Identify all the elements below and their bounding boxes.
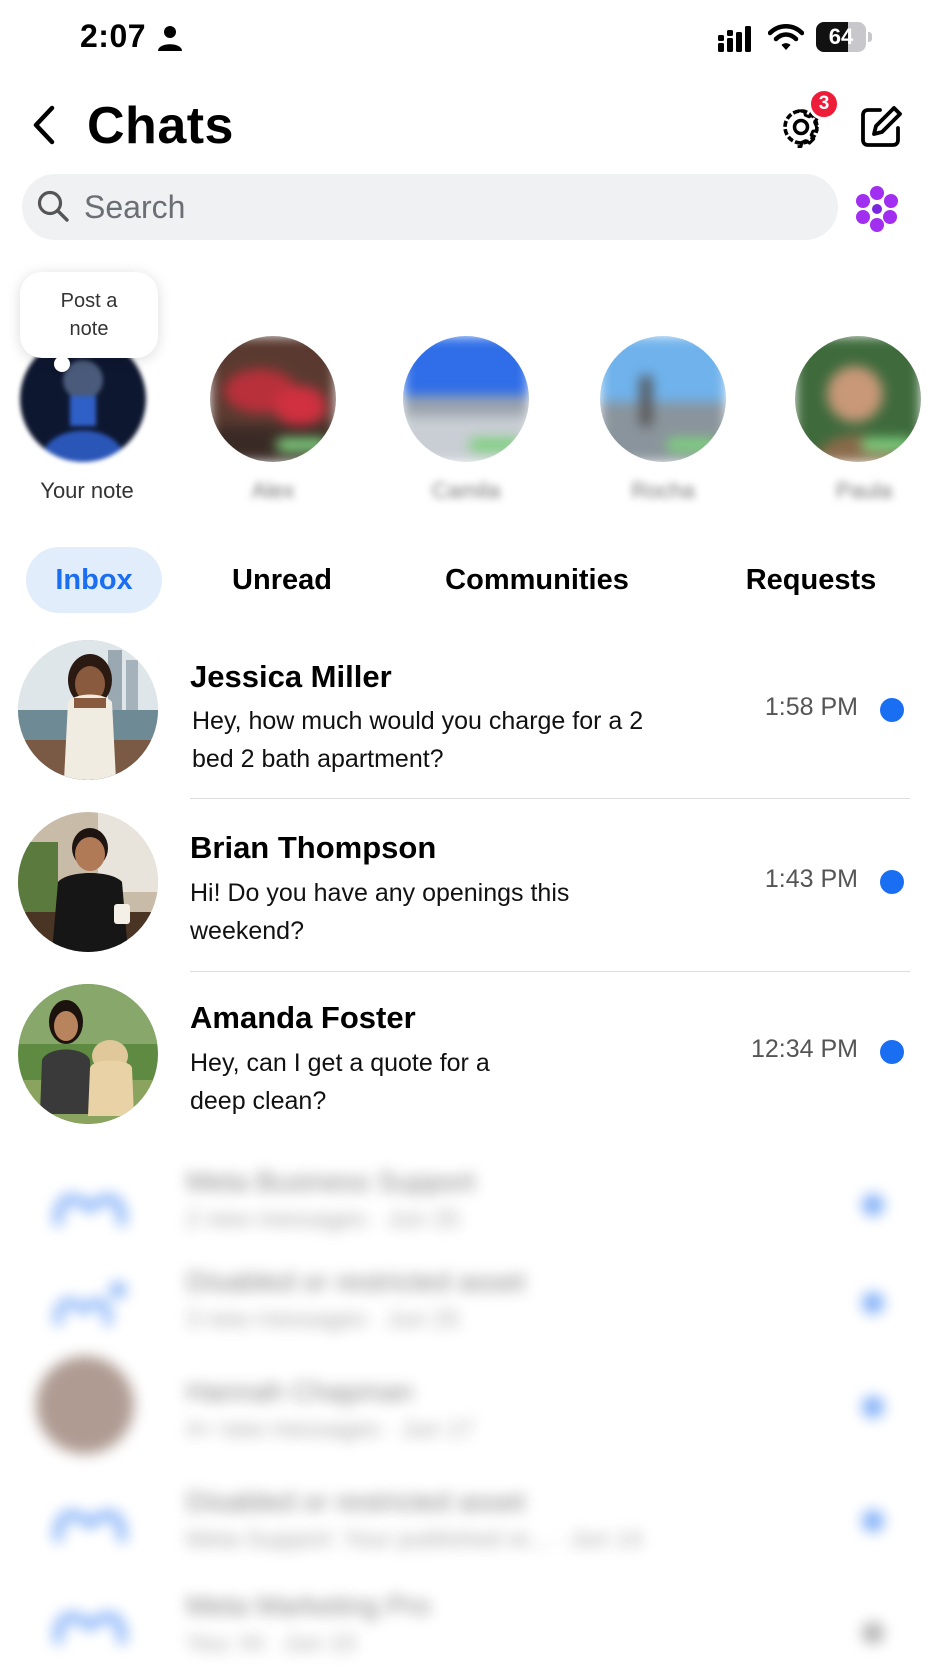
- meta-logo-icon: [53, 1194, 127, 1227]
- chat-name: Amanda Foster: [190, 1000, 416, 1035]
- chat-name: Jessica Miller: [190, 659, 392, 694]
- avatar: [18, 984, 158, 1124]
- blurred-chat-subtitle: You: Hi · Jun 10: [186, 1630, 356, 1657]
- chat-name: Brian Thompson: [190, 830, 437, 865]
- blurred-chat-subtitle: 4+ new messages · Jun 17: [186, 1416, 474, 1443]
- blurred-chat-subtitle: Meta Support: Your published re... · Jun…: [186, 1526, 643, 1553]
- post-note-text: Post a note: [60, 290, 118, 340]
- divider: [190, 971, 910, 972]
- chat-preview: Hey, how much would you charge for a 2 b…: [192, 707, 644, 773]
- blurred-chat-name: Meta Business Support: [186, 1166, 476, 1197]
- meta-logo-icon: [53, 1612, 127, 1645]
- search-icon: [37, 190, 69, 222]
- tab-inbox[interactable]: Inbox: [26, 547, 162, 613]
- blurred-chat-name: Disabled or restricted asset: [186, 1486, 526, 1517]
- chat-time: 1:43 PM: [764, 865, 858, 893]
- blurred-chat-list: Meta Business Support 2 new messages · J…: [0, 1150, 941, 1672]
- friend-note-avatar[interactable]: [403, 336, 529, 462]
- tab-communities[interactable]: Communities: [430, 547, 644, 613]
- unread-dot: [862, 1194, 884, 1216]
- note-label-your-note: Your note: [40, 478, 134, 503]
- divider: [190, 798, 910, 799]
- friend-note-avatar[interactable]: [210, 336, 336, 462]
- cellular-signal-icon: [718, 26, 751, 52]
- chat-time: 1:58 PM: [764, 693, 858, 721]
- chat-time: 12:34 PM: [750, 1035, 858, 1063]
- status-time: 2:07: [80, 18, 147, 54]
- wifi-icon: [768, 24, 804, 50]
- back-button[interactable]: [24, 100, 64, 150]
- read-dot: [862, 1622, 884, 1644]
- avatar: [36, 1356, 134, 1454]
- compose-icon[interactable]: [858, 104, 904, 150]
- note-label: Camila: [431, 478, 501, 503]
- note-label: Paula: [835, 478, 893, 503]
- page-title: Chats: [87, 97, 234, 155]
- meta-logo-icon: [53, 1510, 127, 1543]
- unread-dot: [862, 1396, 884, 1418]
- blurred-chat-name: Hannah Chapman: [186, 1376, 414, 1407]
- blurred-chat-subtitle: 3 new messages · Jun 25: [186, 1306, 460, 1333]
- blurred-chat-name: Meta Marketing Pro: [186, 1590, 431, 1621]
- battery-indicator: 64: [816, 22, 872, 52]
- friend-note-avatar[interactable]: [600, 336, 726, 462]
- tab-unread[interactable]: Unread: [212, 547, 352, 613]
- meta-ai-flower-icon[interactable]: [852, 184, 902, 234]
- blurred-chat-subtitle: 2 new messages · Jun 25: [186, 1206, 460, 1233]
- post-note-bubble[interactable]: Post a note: [20, 272, 158, 358]
- avatar: [18, 812, 158, 952]
- unread-dot: [880, 1040, 904, 1064]
- search-input[interactable]: [84, 186, 584, 228]
- tab-requests[interactable]: Requests: [730, 547, 892, 613]
- blurred-chat-name: Disabled or restricted asset: [186, 1266, 526, 1297]
- avatar: [18, 640, 158, 780]
- unread-dot: [862, 1510, 884, 1532]
- note-label: Alex: [251, 478, 295, 503]
- battery-level-text: 64: [828, 24, 854, 49]
- unread-dot: [862, 1292, 884, 1314]
- settings-notification-badge: 3: [808, 88, 840, 120]
- chat-preview: Hey, can I get a quote for a deep clean?: [190, 1049, 490, 1115]
- unread-dot: [880, 870, 904, 894]
- person-icon: [158, 26, 182, 51]
- meta-logo-icon: [54, 1282, 126, 1326]
- status-bar: 2:07 64: [0, 0, 941, 76]
- note-label: Rocha: [631, 478, 695, 503]
- unread-dot: [880, 698, 904, 722]
- friend-note-avatar[interactable]: [795, 336, 921, 462]
- chat-preview: Hi! Do you have any openings this weeken…: [190, 879, 570, 945]
